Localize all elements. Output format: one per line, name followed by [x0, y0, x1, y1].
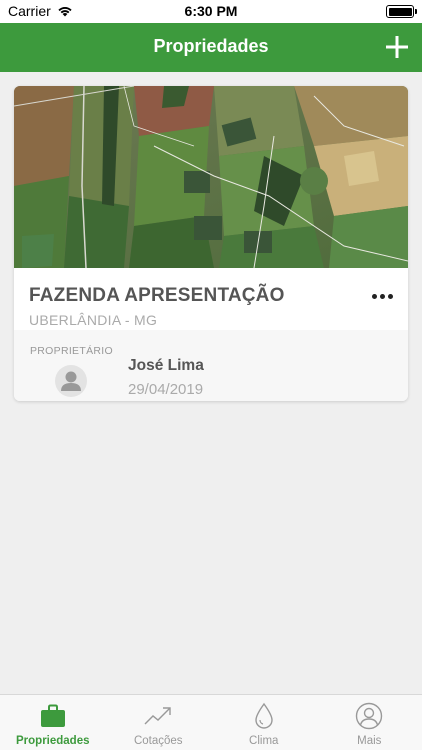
navigation-bar: Propriedades [0, 23, 422, 72]
property-card[interactable]: FAZENDA APRESENTAÇÃO UBERLÂNDIA - MG PRO… [14, 86, 408, 401]
add-property-button[interactable] [384, 34, 410, 60]
tab-label-cotacoes: Cotações [133, 735, 183, 747]
more-options-button[interactable] [372, 290, 396, 302]
owner-name: José Lima [128, 357, 204, 374]
more-dots-icon [372, 293, 377, 299]
tab-clima[interactable]: Clima [211, 695, 317, 750]
tab-label-mais: Mais [357, 735, 382, 747]
avatar [55, 365, 87, 397]
tab-bar: Propriedades Cotações Clima Mais [0, 694, 422, 750]
property-location: UBERLÂNDIA - MG [29, 312, 158, 328]
tab-mais[interactable]: Mais [317, 695, 422, 750]
battery-icon [386, 5, 417, 18]
owner-section: PROPRIETÁRIO José Lima 29/04/2019 [14, 330, 408, 401]
owner-label: PROPRIETÁRIO [30, 345, 113, 357]
tab-cotacoes[interactable]: Cotações [106, 695, 212, 750]
property-name: FAZENDA APRESENTAÇÃO [29, 285, 285, 306]
status-time: 6:30 PM [184, 3, 238, 19]
user-circle-icon [356, 702, 383, 730]
page-title: Propriedades [153, 36, 269, 56]
tab-propriedades[interactable]: Propriedades [0, 695, 106, 750]
property-date: 29/04/2019 [128, 381, 204, 398]
user-placeholder-icon [61, 371, 81, 391]
satellite-map-image [14, 86, 408, 268]
briefcase-icon [40, 704, 65, 727]
tab-label-propriedades: Propriedades [16, 735, 90, 747]
trending-up-icon [144, 707, 171, 725]
tab-label-clima: Clima [249, 735, 279, 747]
status-bar: Carrier 6:30 PM [0, 0, 422, 23]
drop-icon [255, 702, 273, 729]
